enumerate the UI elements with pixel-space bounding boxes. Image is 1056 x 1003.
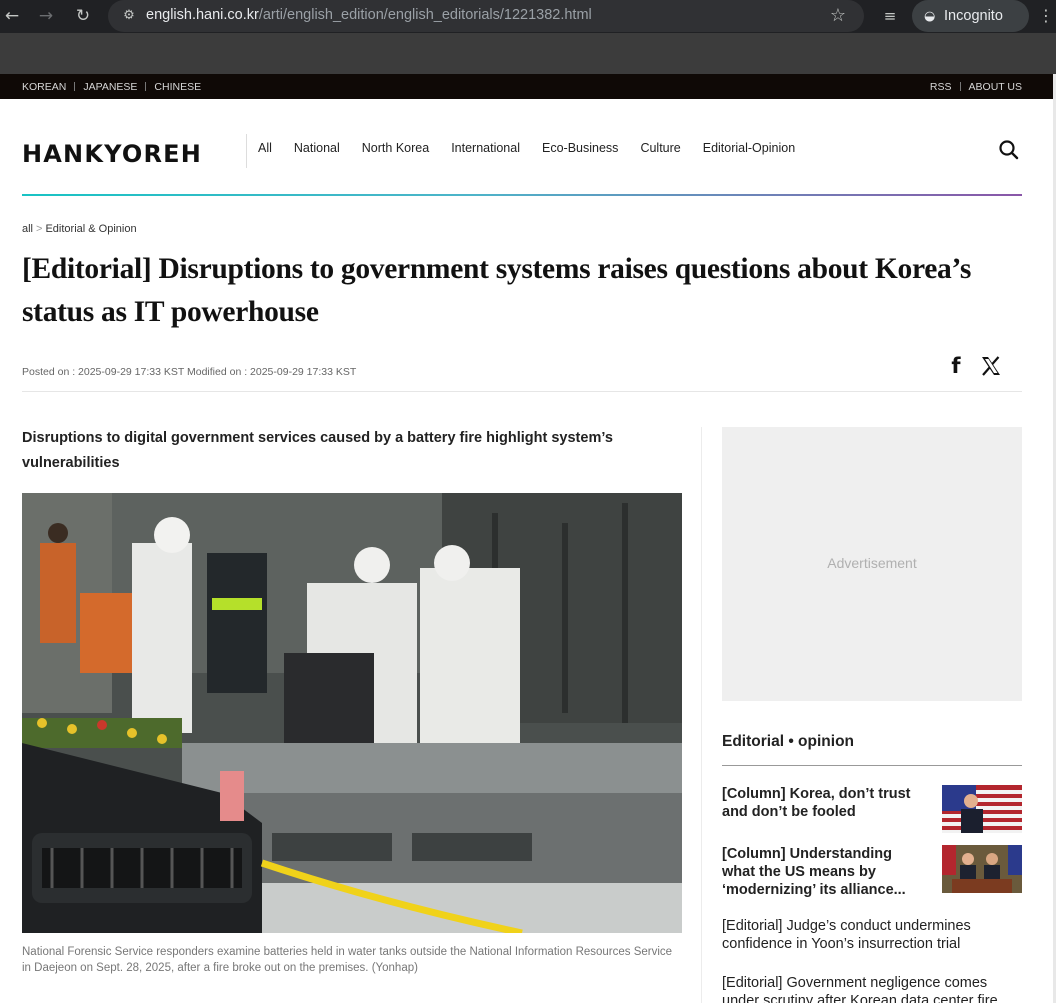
kebab-menu-icon[interactable]: ⋮ <box>1036 4 1056 28</box>
x-twitter-icon[interactable] <box>980 356 1004 378</box>
forward-arrow-icon[interactable]: → <box>34 4 58 28</box>
language-bar: KOREAN JAPANESE CHINESE RSS ABOUT US <box>0 74 1056 99</box>
nav-item-eco-business[interactable]: Eco-Business <box>542 141 618 155</box>
photo-caption: National Forensic Service responders exa… <box>22 946 673 974</box>
divider <box>22 391 1022 392</box>
lang-link-korean[interactable]: KOREAN <box>22 81 66 93</box>
advertisement-label: Advertisement <box>827 555 917 571</box>
breadcrumb: all > Editorial & Opinion <box>22 223 137 235</box>
nav-item-north-korea[interactable]: North Korea <box>362 141 429 155</box>
address-bar[interactable]: ⚙ english.hani.co.kr/arti/english_editio… <box>108 0 864 32</box>
breadcrumb-separator: > <box>36 223 43 235</box>
list-item-title[interactable]: [Editorial] Government negligence comes … <box>722 974 1022 1003</box>
article-timestamps: Posted on : 2025-09-29 17:33 KST Modifie… <box>22 366 357 378</box>
about-us-link[interactable]: ABOUT US <box>969 81 1022 93</box>
list-item[interactable]: [Editorial] Judge’s conduct undermines c… <box>722 917 1022 953</box>
incognito-icon: ◒ <box>924 9 936 24</box>
site-logo[interactable]: HANKYOREH <box>22 140 202 168</box>
divider <box>145 82 147 91</box>
reload-icon[interactable]: ↻ <box>71 4 95 28</box>
header-accent-line <box>22 194 1022 196</box>
list-item-title[interactable]: [Column] Understanding what the US means… <box>722 845 927 899</box>
nav-item-national[interactable]: National <box>294 141 340 155</box>
article-photo[interactable] <box>22 493 682 933</box>
url-text[interactable]: english.hani.co.kr/arti/english_edition/… <box>146 7 592 23</box>
nav-item-editorial-opinion[interactable]: Editorial-Opinion <box>703 141 795 155</box>
list-item-title[interactable]: [Column] Korea, don’t trust and don’t be… <box>722 785 927 821</box>
breadcrumb-section[interactable]: Editorial & Opinion <box>45 223 136 235</box>
nav-item-culture[interactable]: Culture <box>640 141 680 155</box>
list-item[interactable]: [Editorial] Government negligence comes … <box>722 974 1022 1003</box>
rss-link[interactable]: RSS <box>930 81 952 93</box>
nav-item-all[interactable]: All <box>258 141 272 155</box>
media-controls-icon[interactable]: ≡ <box>878 4 902 28</box>
nav-item-international[interactable]: International <box>451 141 520 155</box>
search-icon[interactable] <box>997 138 1021 162</box>
divider <box>74 82 76 91</box>
divider <box>246 134 247 168</box>
incognito-button[interactable]: ◒ Incognito <box>912 0 1029 32</box>
list-item-thumbnail[interactable] <box>942 785 1022 833</box>
lang-link-chinese[interactable]: CHINESE <box>154 81 201 93</box>
divider <box>959 82 961 91</box>
list-item[interactable]: [Column] Understanding what the US means… <box>722 845 1022 899</box>
article-headline: [Editorial] Disruptions to government sy… <box>22 253 972 328</box>
list-item-title[interactable]: [Editorial] Judge’s conduct undermines c… <box>722 917 1022 953</box>
sidebar-section-title[interactable]: Editorial • opinion <box>722 733 854 751</box>
back-arrow-icon[interactable]: ← <box>0 4 24 28</box>
browser-toolbar: ← → ↻ ⚙ english.hani.co.kr/arti/english_… <box>0 0 1056 74</box>
facebook-icon[interactable]: f <box>946 354 966 378</box>
article-subhead: Disruptions to digital government servic… <box>22 430 613 471</box>
divider <box>701 427 702 1003</box>
lang-link-japanese[interactable]: JAPANESE <box>83 81 137 93</box>
list-item-thumbnail[interactable] <box>942 845 1022 893</box>
site-settings-icon[interactable]: ⚙ <box>118 5 140 27</box>
breadcrumb-home[interactable]: all <box>22 223 33 235</box>
web-page: KOREAN JAPANESE CHINESE RSS ABOUT US HANKYO… <box>0 74 1056 1003</box>
list-item[interactable]: [Column] Korea, don’t trust and don’t be… <box>722 785 1022 833</box>
bookmark-star-icon[interactable]: ☆ <box>826 4 850 28</box>
divider <box>722 765 1022 766</box>
advertisement-slot[interactable]: Advertisement <box>722 427 1022 701</box>
main-nav: All National North Korea International E… <box>258 141 795 155</box>
